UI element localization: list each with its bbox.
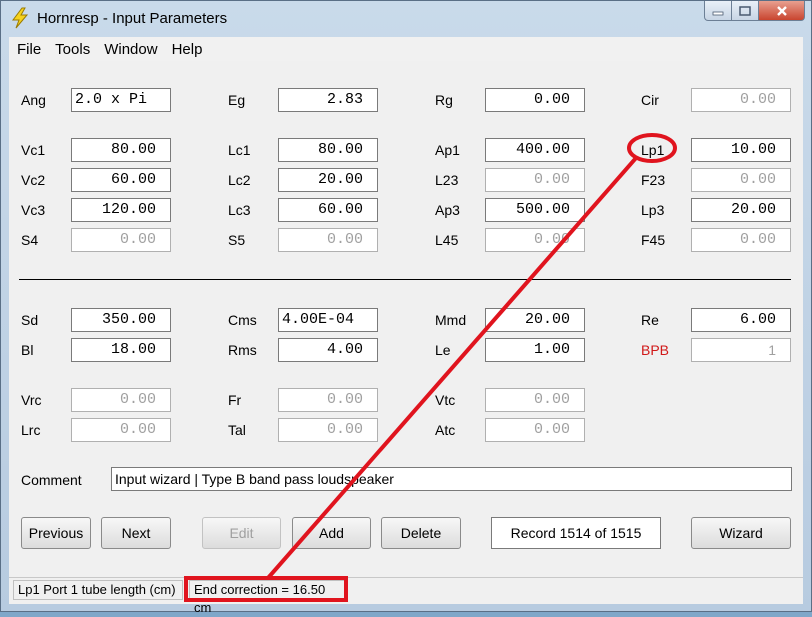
s5-field[interactable]: 0.00 — [278, 228, 378, 252]
label-vrc: Vrc — [21, 392, 42, 408]
comment-field[interactable]: Input wizard | Type B band pass loudspea… — [111, 467, 792, 491]
label-lp3: Lp3 — [641, 202, 665, 218]
label-atc: Atc — [435, 422, 456, 438]
lrc-field[interactable]: 0.00 — [71, 418, 171, 442]
label-bpb[interactable]: BPB — [641, 342, 669, 358]
f45-field[interactable]: 0.00 — [691, 228, 791, 252]
ap3-field[interactable]: 500.00 — [485, 198, 585, 222]
vrc-field[interactable]: 0.00 — [71, 388, 171, 412]
cms-field[interactable]: 4.00E-04 — [278, 308, 378, 332]
label-rms: Rms — [228, 342, 257, 358]
bpb-field[interactable]: 1 — [691, 338, 791, 362]
record-indicator: Record 1514 of 1515 — [491, 517, 661, 549]
label-cms: Cms — [228, 312, 257, 328]
label-eg: Eg — [228, 92, 246, 108]
vc3-field[interactable]: 120.00 — [71, 198, 171, 222]
label-lc3: Lc3 — [228, 202, 251, 218]
label-lc1: Lc1 — [228, 142, 251, 158]
atc-field[interactable]: 0.00 — [485, 418, 585, 442]
menu-bar: File Tools Window Help — [9, 37, 803, 61]
label-bl: Bl — [21, 342, 34, 358]
eg-field[interactable]: 2.83 — [278, 88, 378, 112]
label-l23: L23 — [435, 172, 459, 188]
minimize-icon — [712, 11, 724, 15]
maximize-icon — [739, 5, 751, 16]
label-tal: Tal — [228, 422, 246, 438]
close-icon — [776, 5, 787, 16]
tal-field[interactable]: 0.00 — [278, 418, 378, 442]
status-field-description: Lp1 Port 1 tube length (cm) — [13, 580, 183, 600]
label-s5: S5 — [228, 232, 246, 248]
vc2-field[interactable]: 60.00 — [71, 168, 171, 192]
rms-field[interactable]: 4.00 — [278, 338, 378, 362]
sd-field[interactable]: 350.00 — [71, 308, 171, 332]
vc1-field[interactable]: 80.00 — [71, 138, 171, 162]
label-comment: Comment — [21, 472, 82, 488]
cir-field[interactable]: 0.00 — [691, 88, 791, 112]
menu-window[interactable]: Window — [104, 41, 157, 58]
next-button[interactable]: Next — [101, 517, 171, 549]
wizard-button[interactable]: Wizard — [691, 517, 791, 549]
hornresp-window: Hornresp - Input Parameters File Tools W… — [0, 0, 812, 615]
label-cir: Cir — [641, 92, 659, 108]
s4-field[interactable]: 0.00 — [71, 228, 171, 252]
close-button[interactable] — [759, 1, 805, 21]
label-re: Re — [641, 312, 659, 328]
lightning-icon — [12, 7, 29, 29]
lc3-field[interactable]: 60.00 — [278, 198, 378, 222]
label-lrc: Lrc — [21, 422, 41, 438]
window-title: Hornresp - Input Parameters — [37, 10, 228, 27]
input-parameters-panel: Ang 2.0 x Pi Eg 2.83 Rg 0.00 Cir 0.00 Vc… — [9, 61, 803, 577]
rg-field[interactable]: 0.00 — [485, 88, 585, 112]
annotation-box — [184, 576, 348, 602]
label-l45: L45 — [435, 232, 459, 248]
lp1-field[interactable]: 10.00 — [691, 138, 791, 162]
section-divider — [19, 279, 791, 280]
label-ap3: Ap3 — [435, 202, 460, 218]
bl-field[interactable]: 18.00 — [71, 338, 171, 362]
maximize-button[interactable] — [732, 1, 759, 21]
label-ang: Ang — [21, 92, 46, 108]
fr-field[interactable]: 0.00 — [278, 388, 378, 412]
label-f23: F23 — [641, 172, 666, 188]
l45-field[interactable]: 0.00 — [485, 228, 585, 252]
label-le: Le — [435, 342, 451, 358]
menu-file[interactable]: File — [17, 41, 41, 58]
previous-button[interactable]: Previous — [21, 517, 91, 549]
add-button[interactable]: Add — [292, 517, 371, 549]
label-vc3: Vc3 — [21, 202, 46, 218]
menu-help[interactable]: Help — [172, 41, 203, 58]
label-vc1: Vc1 — [21, 142, 46, 158]
label-s4: S4 — [21, 232, 39, 248]
label-sd: Sd — [21, 312, 39, 328]
label-vtc: Vtc — [435, 392, 456, 408]
f23-field[interactable]: 0.00 — [691, 168, 791, 192]
label-lc2: Lc2 — [228, 172, 251, 188]
label-f45: F45 — [641, 232, 666, 248]
ang-field[interactable]: 2.0 x Pi — [71, 88, 171, 112]
label-vc2: Vc2 — [21, 172, 46, 188]
mmd-field[interactable]: 20.00 — [485, 308, 585, 332]
lp3-field[interactable]: 20.00 — [691, 198, 791, 222]
delete-button[interactable]: Delete — [381, 517, 461, 549]
le-field[interactable]: 1.00 — [485, 338, 585, 362]
label-ap1: Ap1 — [435, 142, 460, 158]
label-rg: Rg — [435, 92, 453, 108]
status-bar: Lp1 Port 1 tube length (cm) End correcti… — [9, 577, 803, 615]
re-field[interactable]: 6.00 — [691, 308, 791, 332]
lc2-field[interactable]: 20.00 — [278, 168, 378, 192]
label-fr: Fr — [228, 392, 242, 408]
ap1-field[interactable]: 400.00 — [485, 138, 585, 162]
menu-tools[interactable]: Tools — [55, 41, 90, 58]
vtc-field[interactable]: 0.00 — [485, 388, 585, 412]
title-bar: Hornresp - Input Parameters — [1, 1, 811, 37]
label-mmd: Mmd — [435, 312, 467, 328]
window-controls — [704, 1, 805, 23]
l23-field[interactable]: 0.00 — [485, 168, 585, 192]
minimize-button[interactable] — [704, 1, 732, 21]
lc1-field[interactable]: 80.00 — [278, 138, 378, 162]
edit-button[interactable]: Edit — [202, 517, 281, 549]
label-lp1: Lp1 — [641, 142, 665, 158]
